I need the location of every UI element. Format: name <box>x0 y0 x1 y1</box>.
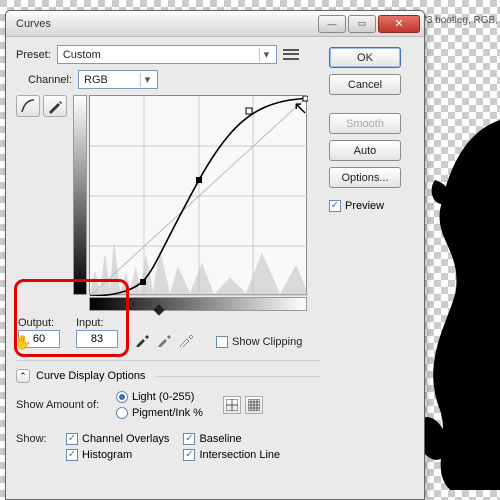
white-point-eyedropper[interactable] <box>178 330 196 348</box>
preset-menu-icon[interactable] <box>283 48 299 62</box>
input-gradient <box>89 297 307 311</box>
output-gradient <box>73 95 87 295</box>
channel-overlays-checkbox[interactable]: ✓ <box>66 433 78 445</box>
pencil-tool-button[interactable] <box>43 95 67 117</box>
input-label: Input: <box>76 317 118 329</box>
pigment-label: Pigment/Ink % <box>132 407 203 419</box>
show-label: Show: <box>16 433 56 445</box>
maximize-button[interactable]: ▭ <box>348 15 376 33</box>
input-input[interactable] <box>76 330 118 348</box>
close-button[interactable]: ✕ <box>378 15 420 33</box>
grid-simple-button[interactable] <box>223 396 241 414</box>
curves-dialog: Curves — ▭ ✕ Preset: Custom ▾ Channel: R… <box>5 10 425 500</box>
histogram-label: Histogram <box>82 449 132 461</box>
channel-select[interactable]: RGB ▾ <box>78 70 158 89</box>
cursor-icon: ↖ <box>293 98 308 119</box>
curve-grid[interactable] <box>89 95 307 295</box>
curve-graph[interactable] <box>73 95 309 311</box>
histogram-checkbox[interactable]: ✓ <box>66 449 78 461</box>
preset-select[interactable]: Custom ▾ <box>57 45 277 64</box>
intersection-label: Intersection Line <box>199 449 280 461</box>
options-button[interactable]: Options... <box>329 167 401 188</box>
minimize-button[interactable]: — <box>318 15 346 33</box>
auto-button[interactable]: Auto <box>329 140 401 161</box>
preset-label: Preset: <box>16 49 51 61</box>
baseline-checkbox[interactable]: ✓ <box>183 433 195 445</box>
hand-tool-icon[interactable]: ✋ <box>14 334 31 351</box>
curve-display-toggle[interactable]: ⌃ <box>16 369 30 383</box>
window-title: Curves <box>16 18 51 30</box>
show-clipping-checkbox[interactable] <box>216 336 228 348</box>
channel-value: RGB <box>84 74 108 86</box>
chevron-down-icon: ▾ <box>259 48 273 62</box>
smooth-button[interactable]: Smooth <box>329 113 401 134</box>
output-label: Output: <box>18 317 60 329</box>
preview-label: Preview <box>345 200 384 212</box>
show-amount-label: Show Amount of: <box>16 399 108 411</box>
gray-point-eyedropper[interactable] <box>156 330 174 348</box>
pigment-radio[interactable] <box>116 407 128 419</box>
curve-tool-button[interactable] <box>16 95 40 117</box>
intersection-checkbox[interactable]: ✓ <box>183 449 195 461</box>
chevron-down-icon: ▾ <box>140 73 154 87</box>
titlebar[interactable]: Curves — ▭ ✕ <box>6 11 424 37</box>
preset-value: Custom <box>63 49 101 61</box>
channel-label: Channel: <box>28 74 72 86</box>
light-radio[interactable] <box>116 391 128 403</box>
baseline-label: Baseline <box>199 433 241 445</box>
channel-overlays-label: Channel Overlays <box>82 433 169 445</box>
grid-detailed-button[interactable] <box>245 396 263 414</box>
preview-checkbox[interactable]: ✓ <box>329 200 341 212</box>
show-clipping-label: Show Clipping <box>232 336 302 348</box>
curve-display-label: Curve Display Options <box>36 370 145 382</box>
light-label: Light (0-255) <box>132 391 194 403</box>
cancel-button[interactable]: Cancel <box>329 74 401 95</box>
black-point-eyedropper[interactable] <box>134 330 152 348</box>
ok-button[interactable]: OK <box>329 47 401 68</box>
